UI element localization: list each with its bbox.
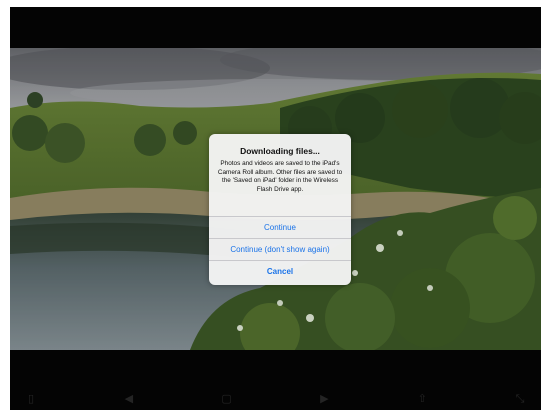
alert-message: Photos and videos are saved to the iPad'… bbox=[217, 160, 343, 193]
device-screen: ▯ ◀ ▢ ▶ ⇧ ⤡ Downloading files... Photos … bbox=[10, 7, 541, 410]
alert-title: Downloading files... bbox=[240, 146, 320, 156]
downloading-alert-dialog: Downloading files... Photos and videos a… bbox=[209, 134, 351, 285]
continue-button[interactable]: Continue bbox=[209, 216, 351, 238]
cancel-button[interactable]: Cancel bbox=[209, 260, 351, 282]
continue-dont-show-again-button[interactable]: Continue (don't show again) bbox=[209, 238, 351, 260]
